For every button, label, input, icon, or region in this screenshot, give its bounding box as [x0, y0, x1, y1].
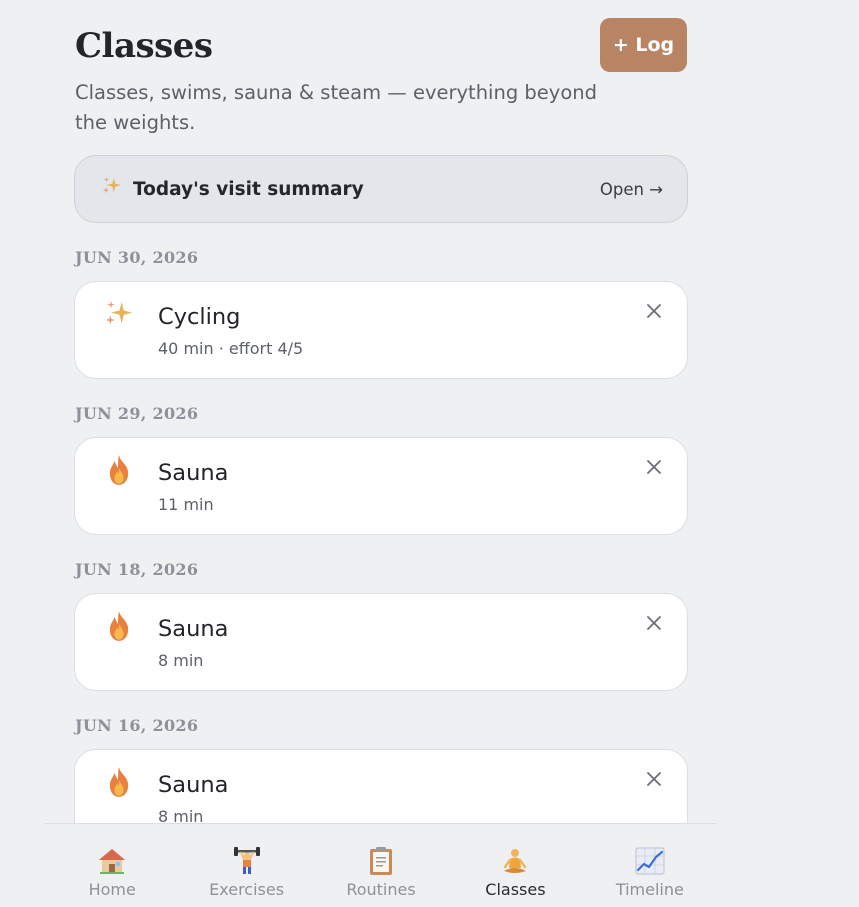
summary-open-link[interactable]: Open → [600, 180, 663, 199]
fire-icon [103, 610, 135, 642]
activity-name: Sauna [158, 616, 229, 642]
house-icon [97, 846, 127, 876]
delete-entry-close-icon[interactable] [645, 614, 663, 632]
clipboard-icon [366, 846, 396, 876]
activity-card[interactable]: Cycling 40 min · effort 4/5 [74, 281, 688, 379]
nav-label: Routines [346, 880, 416, 899]
activity-card[interactable]: Sauna 8 min [74, 593, 688, 691]
nav-label: Classes [485, 880, 546, 899]
activity-card[interactable]: Sauna 11 min [74, 437, 688, 535]
summary-label: Today's visit summary [133, 178, 364, 200]
visit-summary-banner[interactable]: Today's visit summary Open → [74, 155, 688, 223]
meditation-icon [500, 846, 530, 876]
nav-item-home[interactable]: Home [45, 824, 179, 907]
activity-meta: 40 min · effort 4/5 [158, 339, 304, 358]
fire-icon [103, 454, 135, 486]
page-subtitle: Classes, swims, sauna & steam — everythi… [75, 81, 597, 134]
date-heading: JUN 29, 2026 [75, 404, 199, 423]
activity-meta: 8 min [158, 651, 204, 670]
nav-item-classes[interactable]: Classes [448, 824, 582, 907]
sparkles-icon [101, 175, 123, 203]
nav-item-timeline[interactable]: Timeline [583, 824, 717, 907]
date-heading: JUN 30, 2026 [75, 248, 199, 267]
delete-entry-close-icon[interactable] [645, 302, 663, 320]
bottom-navigation: Home Exercises Routines Classes Timeline [45, 823, 717, 907]
page-header: Classes + Log [75, 18, 687, 74]
date-heading: JUN 16, 2026 [75, 716, 199, 735]
activity-name: Sauna [158, 460, 229, 486]
page-title: Classes [75, 26, 213, 66]
log-button[interactable]: + Log [600, 18, 687, 72]
nav-item-routines[interactable]: Routines [314, 824, 448, 907]
chart-icon [635, 846, 665, 876]
fire-icon [103, 766, 135, 798]
delete-entry-close-icon[interactable] [645, 458, 663, 476]
nav-label: Timeline [615, 880, 684, 899]
nav-label: Home [88, 880, 136, 899]
nav-item-exercises[interactable]: Exercises [179, 824, 313, 907]
sparkles-icon [103, 298, 135, 330]
weightlifter-icon [232, 846, 262, 876]
nav-label: Exercises [209, 880, 285, 899]
activity-name: Sauna [158, 772, 229, 798]
delete-entry-close-icon[interactable] [645, 770, 663, 788]
date-heading: JUN 18, 2026 [75, 560, 199, 579]
activity-name: Cycling [158, 304, 241, 330]
activity-meta: 11 min [158, 495, 214, 514]
classes-page: Classes + Log Classes, swims, sauna & st… [0, 0, 859, 907]
